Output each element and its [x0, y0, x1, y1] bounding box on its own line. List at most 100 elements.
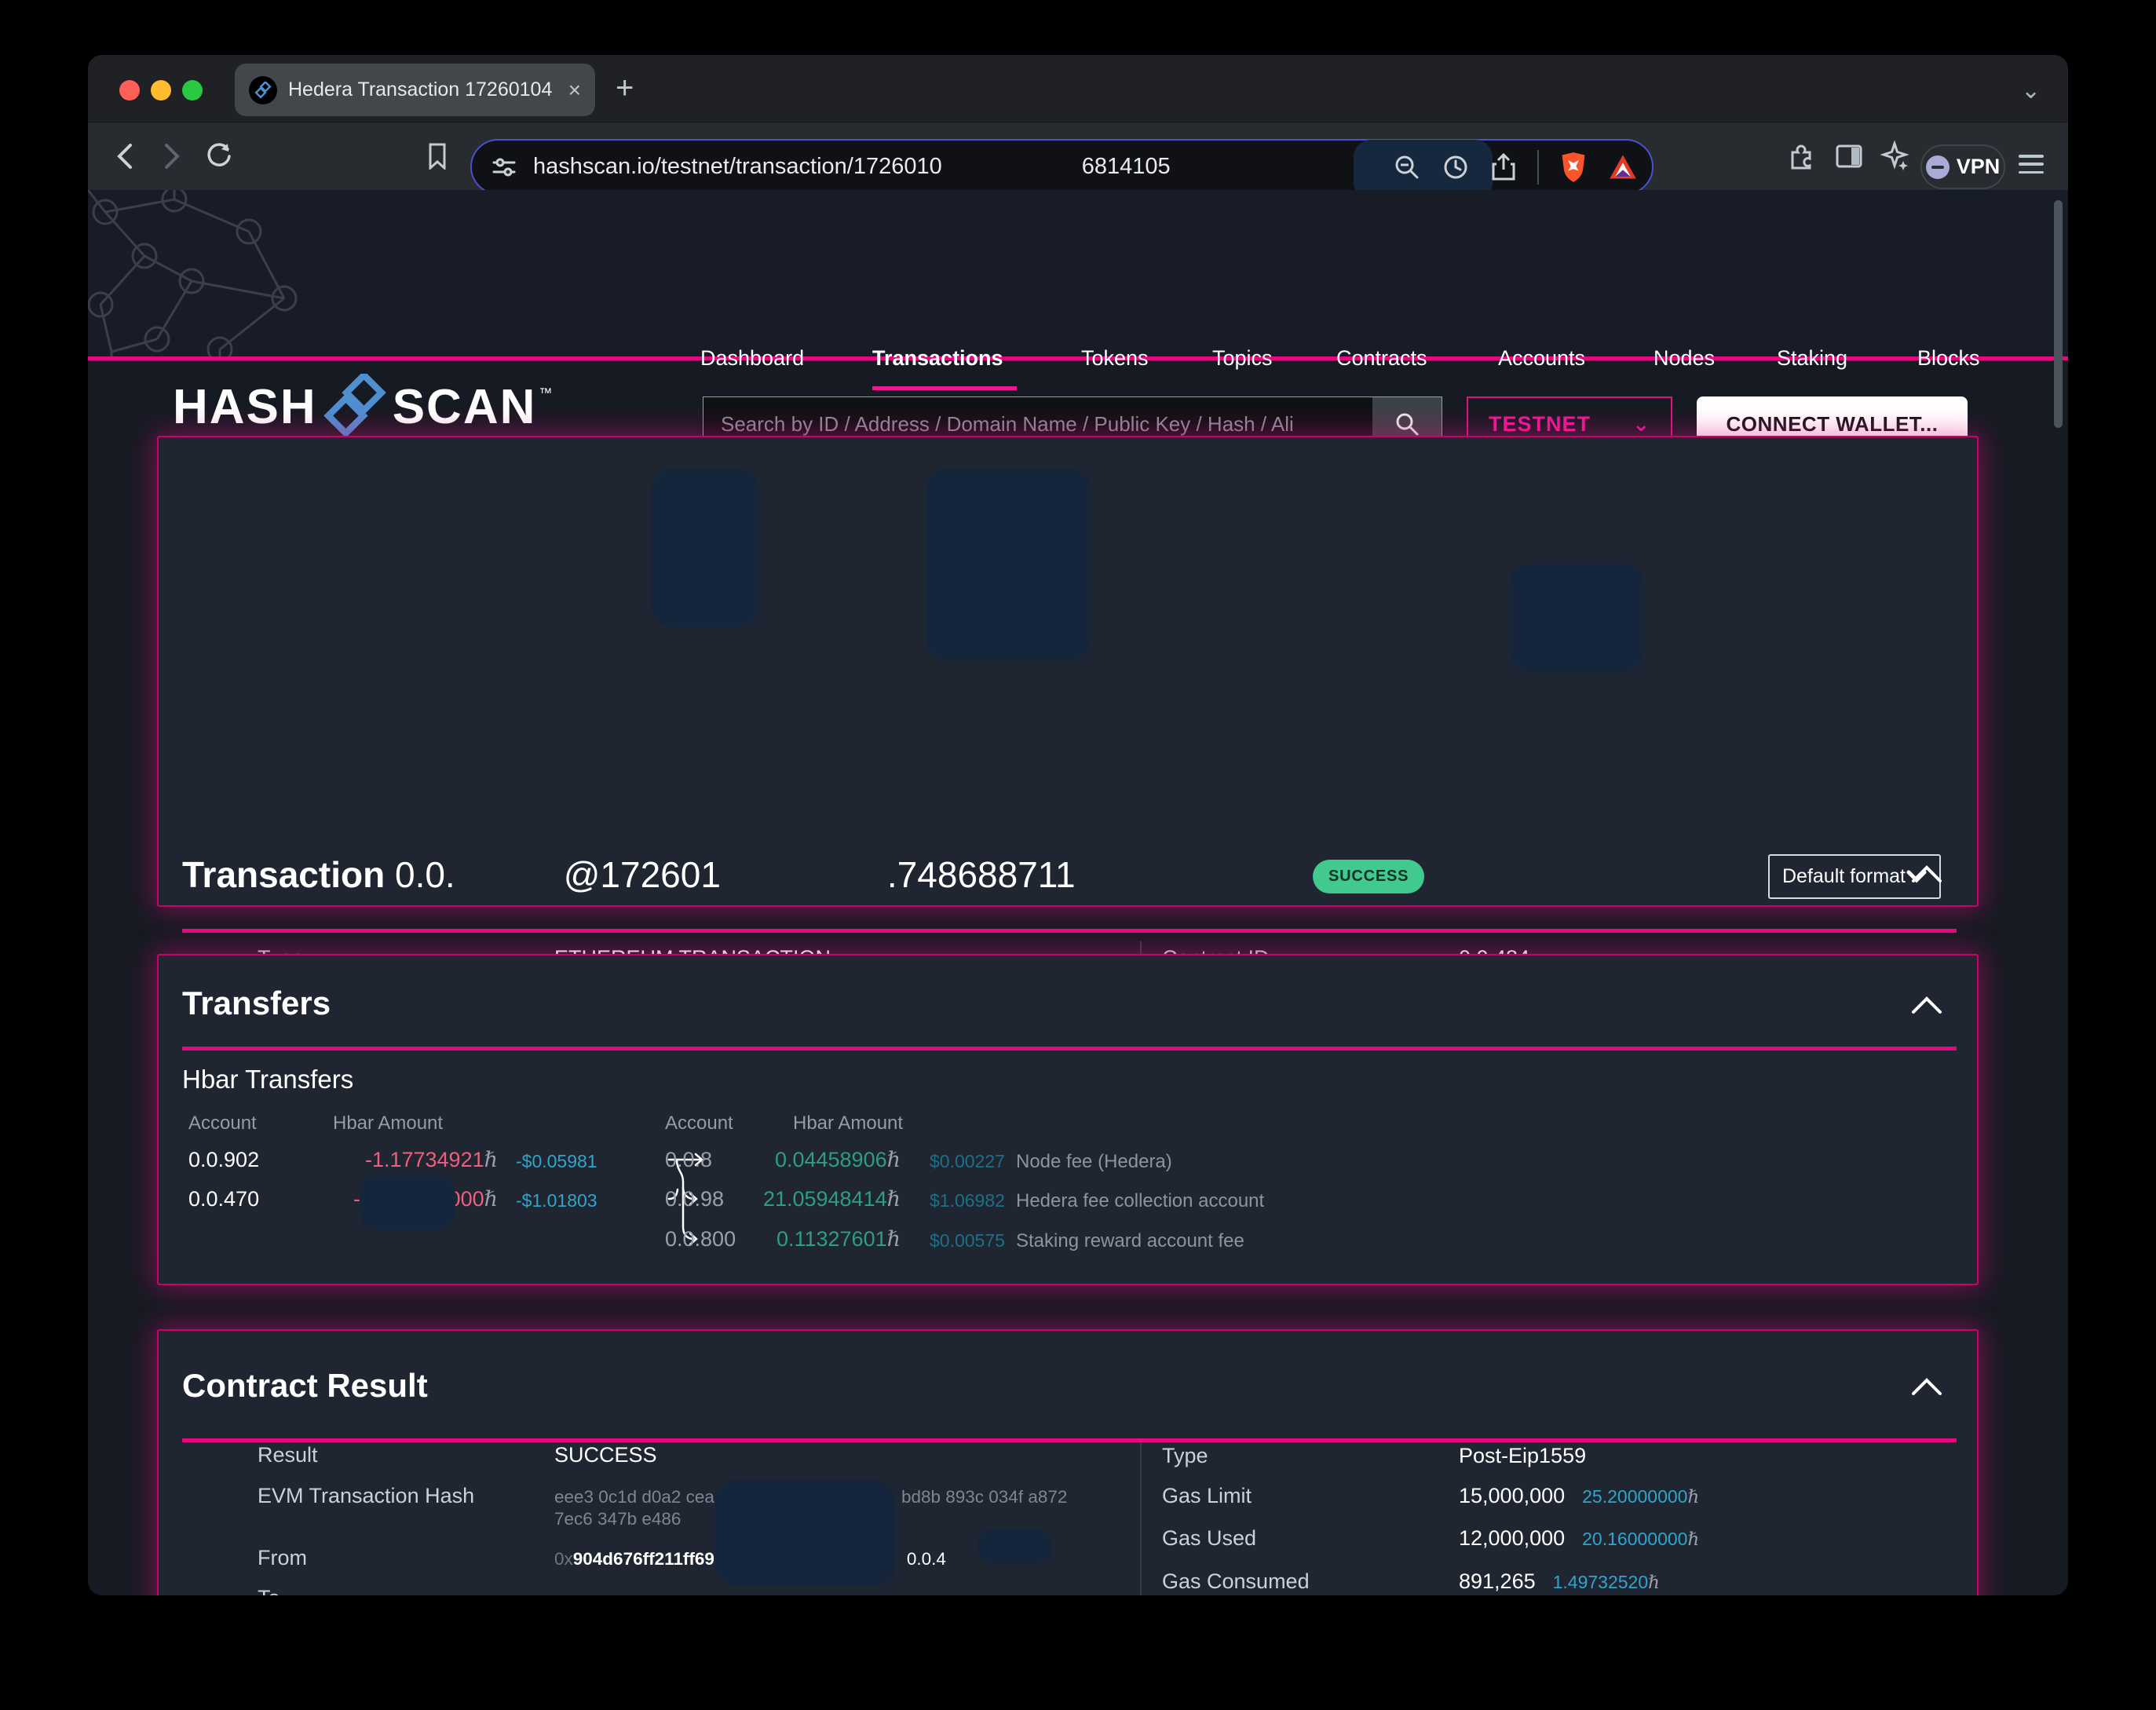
nav-item-accounts[interactable]: Accounts: [1498, 346, 1585, 371]
new-tab-button[interactable]: +: [616, 72, 634, 104]
redaction-box: [978, 1529, 1052, 1564]
sender-amount: -1.17734921ℏ: [270, 1148, 498, 1172]
col-header-hbar-amount: Hbar Amount: [793, 1113, 903, 1135]
sender-account[interactable]: 0.0.902: [188, 1148, 259, 1172]
collapse-chevron-icon[interactable]: [1911, 1376, 1942, 1397]
url-bar[interactable]: hashscan.io/testnet/transaction/17260106…: [470, 139, 1654, 195]
logo-scan-text: SCAN: [393, 379, 537, 435]
nav-item-contracts[interactable]: Contracts: [1336, 346, 1427, 371]
active-nav-underline: [872, 386, 1017, 390]
nav-item-blocks[interactable]: Blocks: [1917, 346, 1980, 371]
nav-item-staking[interactable]: Staking: [1777, 346, 1847, 371]
receiver-description: Staking reward account fee: [1016, 1230, 1244, 1252]
tab-close-icon[interactable]: ×: [568, 78, 581, 103]
chevron-down-icon: ⌄: [1632, 412, 1650, 437]
sidebar-icon[interactable]: [1829, 137, 1869, 176]
logo-trademark: ™: [539, 385, 552, 401]
vpn-button[interactable]: VPN: [1920, 144, 2005, 189]
col-header-hbar-amount: Hbar Amount: [333, 1113, 443, 1135]
url-text: hashscan.io/testnet/transaction/17260106…: [533, 154, 1171, 180]
share-icon[interactable]: [1490, 152, 1517, 182]
vpn-label: VPN: [1957, 155, 2001, 179]
hashscan-diamond-icon: [322, 374, 388, 440]
redaction-box: [360, 1175, 455, 1230]
network-select-value: TESTNET: [1489, 412, 1591, 437]
receiver-amount: 21.05948414ℏ: [747, 1187, 901, 1211]
receiver-amount: 0.11327601ℏ: [747, 1227, 901, 1251]
extensions-puzzle-icon[interactable]: [1781, 137, 1821, 176]
leo-ai-sparkle-icon[interactable]: [1876, 137, 1916, 176]
nav-item-tokens[interactable]: Tokens: [1081, 346, 1149, 371]
zoom-window-button[interactable]: [182, 80, 203, 100]
hashscan-favicon: [249, 76, 277, 104]
network-pattern-decoration: [88, 190, 457, 356]
transaction-title: Transaction 0.0.@172601.748688711: [182, 853, 1076, 896]
reload-icon[interactable]: [199, 137, 239, 176]
row-result-type: TypePost-Eip1559: [1162, 1441, 1586, 1470]
minimize-window-button[interactable]: [151, 80, 171, 100]
status-badge: SUCCESS: [1313, 860, 1424, 893]
scrollbar-thumb[interactable]: [2054, 200, 2063, 428]
hashscan-logo[interactable]: HASH SCAN ™: [173, 374, 552, 440]
col-header-account: Account: [188, 1113, 257, 1135]
receiver-account[interactable]: 0.0.98: [665, 1187, 724, 1211]
column-divider: [1140, 1442, 1142, 1595]
redaction-box: [651, 469, 759, 627]
row-evm-hash: EVM Transaction Hash eee3 0c1d d0a2 ceab…: [258, 1482, 1067, 1530]
site-controls-icon[interactable]: [492, 157, 516, 177]
nav-item-topics[interactable]: Topics: [1212, 346, 1273, 371]
forward-icon[interactable]: [152, 137, 192, 176]
redaction-box: [1509, 564, 1644, 673]
browser-tab[interactable]: Hedera Transaction 17260104 ×: [235, 64, 595, 116]
transfers-title: Transfers: [182, 985, 331, 1022]
collapse-chevron-icon[interactable]: [1911, 864, 1942, 884]
desktop: Hedera Transaction 17260104 × + ⌄ hashsc…: [0, 0, 2156, 1710]
receiver-usd: $0.00227: [930, 1151, 1005, 1172]
close-window-button[interactable]: [119, 80, 140, 100]
bookmark-icon[interactable]: [418, 137, 457, 176]
receiver-account[interactable]: 0.0.800: [665, 1227, 736, 1251]
row-gas-used: Gas Used12,000,000 20.16000000ℏ: [1162, 1524, 1699, 1554]
zoom-out-icon[interactable]: [1393, 153, 1421, 181]
browser-toolbar: hashscan.io/testnet/transaction/17260106…: [88, 122, 2068, 190]
sender-account[interactable]: 0.0.470: [188, 1187, 259, 1211]
receiver-description: Hedera fee collection account: [1016, 1190, 1264, 1212]
transfers-card: Transfers Hbar Transfers Account Hbar Am…: [157, 954, 1979, 1285]
redaction-box: [926, 469, 1091, 661]
receiver-amount: 0.04458906ℏ: [747, 1148, 901, 1172]
row-to: To: [258, 1584, 554, 1595]
tab-strip: Hedera Transaction 17260104 × + ⌄: [88, 55, 2068, 122]
url-bar-icons: [1393, 141, 1638, 193]
collapse-chevron-icon[interactable]: [1911, 995, 1942, 1015]
contract-result-card: Contract Result ResultSUCCESS EVM Transa…: [157, 1329, 1979, 1595]
tab-search-chevron-icon[interactable]: ⌄: [2021, 77, 2041, 104]
browser-window: Hedera Transaction 17260104 × + ⌄ hashsc…: [88, 55, 2068, 1595]
receiver-account[interactable]: 0.0.8: [665, 1148, 712, 1172]
row-gas-consumed: Gas Consumed891,265 1.49732520ℏ: [1162, 1567, 1660, 1595]
row-result: ResultSUCCESS: [258, 1441, 657, 1469]
history-clock-icon[interactable]: [1442, 153, 1470, 181]
bat-icon[interactable]: [1608, 153, 1638, 181]
site-header: HASH SCAN ™ A HEDERA COMMUNITY SERVICE F…: [88, 190, 2068, 360]
redaction-box: [714, 1480, 896, 1586]
logo-hash-text: HASH: [173, 379, 317, 435]
col-header-account: Account: [665, 1113, 733, 1135]
nav-item-dashboard[interactable]: Dashboard: [700, 346, 804, 371]
nav-item-transactions[interactable]: Transactions: [872, 346, 1003, 371]
hbar-transfers-subtitle: Hbar Transfers: [182, 1065, 353, 1094]
receiver-description: Node fee (Hedera): [1016, 1151, 1172, 1173]
sender-usd: -$0.05981: [516, 1151, 597, 1172]
transaction-card: Transaction 0.0.@172601.748688711 SUCCES…: [157, 436, 1979, 907]
brave-shield-icon[interactable]: [1559, 152, 1588, 183]
sender-usd: -$1.01803: [516, 1190, 597, 1211]
vpn-status-icon: [1926, 155, 1950, 179]
back-icon[interactable]: [105, 137, 144, 176]
title-divider: [182, 1047, 1957, 1050]
search-icon: [1394, 411, 1420, 437]
menu-hamburger-icon[interactable]: [2019, 155, 2044, 174]
row-gas-limit: Gas Limit15,000,000 25.20000000ℏ: [1162, 1482, 1699, 1511]
receiver-usd: $1.06982: [930, 1190, 1005, 1211]
nav-item-nodes[interactable]: Nodes: [1654, 346, 1715, 371]
contract-result-title: Contract Result: [182, 1367, 428, 1405]
tab-title: Hedera Transaction 17260104: [288, 79, 561, 101]
